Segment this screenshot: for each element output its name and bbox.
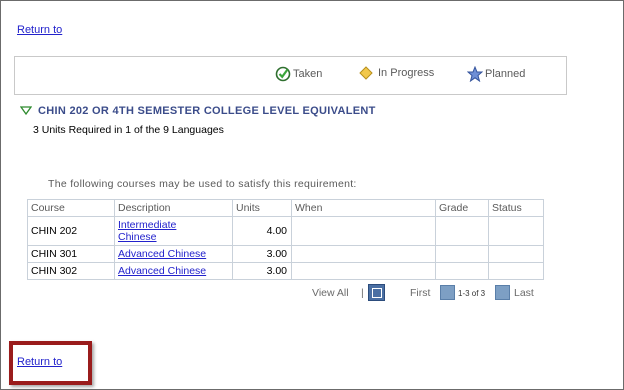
legend-planned: Planned xyxy=(467,66,525,82)
col-description: Description xyxy=(114,199,233,217)
table-row: CHIN 301 Advanced Chinese 3.00 xyxy=(27,245,544,263)
description-cell: Advanced Chinese xyxy=(114,245,233,263)
courses-table: Course Description Units When Grade Stat… xyxy=(27,199,544,280)
legend-planned-label: Planned xyxy=(485,68,526,80)
status-cell xyxy=(488,262,544,280)
legend-taken: Taken xyxy=(275,66,322,82)
highlight-annotation xyxy=(9,341,92,385)
col-when: When xyxy=(291,199,436,217)
requirement-header[interactable]: CHIN 202 OR 4TH SEMESTER COLLEGE LEVEL E… xyxy=(20,105,376,117)
status-legend: Taken In Progress Planned xyxy=(14,56,567,95)
when-cell xyxy=(291,245,436,263)
status-cell xyxy=(488,216,544,246)
requirement-subtitle: 3 Units Required in 1 of the 9 Languages xyxy=(33,124,224,136)
table-navigation: View All | First 1-3 of 3 Last xyxy=(27,284,544,302)
description-cell: Intermediate Chinese xyxy=(114,216,233,246)
page-range: 1-3 of 3 xyxy=(458,289,486,298)
legend-taken-label: Taken xyxy=(293,68,323,80)
table-row: CHIN 202 Intermediate Chinese 4.00 xyxy=(27,216,544,246)
when-cell xyxy=(291,262,436,280)
when-cell xyxy=(291,216,436,246)
col-units: Units xyxy=(232,199,292,217)
course-description-link[interactable]: Advanced Chinese xyxy=(118,265,206,277)
star-icon xyxy=(467,66,483,82)
nav-separator: | xyxy=(361,287,364,299)
previous-arrow-icon[interactable] xyxy=(440,285,455,300)
last-label[interactable]: Last xyxy=(514,287,534,299)
course-cell: CHIN 302 xyxy=(27,262,115,280)
courses-note: The following courses may be used to sat… xyxy=(48,178,357,190)
col-course: Course xyxy=(27,199,115,217)
requirement-title: CHIN 202 OR 4TH SEMESTER COLLEGE LEVEL E… xyxy=(38,105,376,117)
first-label[interactable]: First xyxy=(410,287,430,299)
download-grid-icon[interactable] xyxy=(368,284,385,301)
course-description-link[interactable]: Advanced Chinese xyxy=(118,248,206,260)
course-description-link[interactable]: Intermediate Chinese xyxy=(118,219,176,243)
legend-in-progress: In Progress xyxy=(359,66,434,80)
next-arrow-icon[interactable] xyxy=(495,285,510,300)
check-circle-icon xyxy=(275,66,291,82)
diamond-icon xyxy=(359,66,373,80)
col-grade: Grade xyxy=(435,199,489,217)
grade-cell xyxy=(435,262,489,280)
grade-cell xyxy=(435,216,489,246)
units-cell: 3.00 xyxy=(232,245,292,263)
description-cell: Advanced Chinese xyxy=(114,262,233,280)
units-cell: 3.00 xyxy=(232,262,292,280)
col-status: Status xyxy=(488,199,544,217)
table-header-row: Course Description Units When Grade Stat… xyxy=(27,199,544,217)
return-link-top[interactable]: Return to xyxy=(17,24,62,36)
table-row: CHIN 302 Advanced Chinese 3.00 xyxy=(27,262,544,280)
collapse-triangle-icon[interactable] xyxy=(20,106,32,116)
units-cell: 4.00 xyxy=(232,216,292,246)
legend-in-progress-label: In Progress xyxy=(378,67,435,79)
status-cell xyxy=(488,245,544,263)
course-cell: CHIN 301 xyxy=(27,245,115,263)
grade-cell xyxy=(435,245,489,263)
view-all-link[interactable]: View All xyxy=(312,287,349,299)
course-cell: CHIN 202 xyxy=(27,216,115,246)
